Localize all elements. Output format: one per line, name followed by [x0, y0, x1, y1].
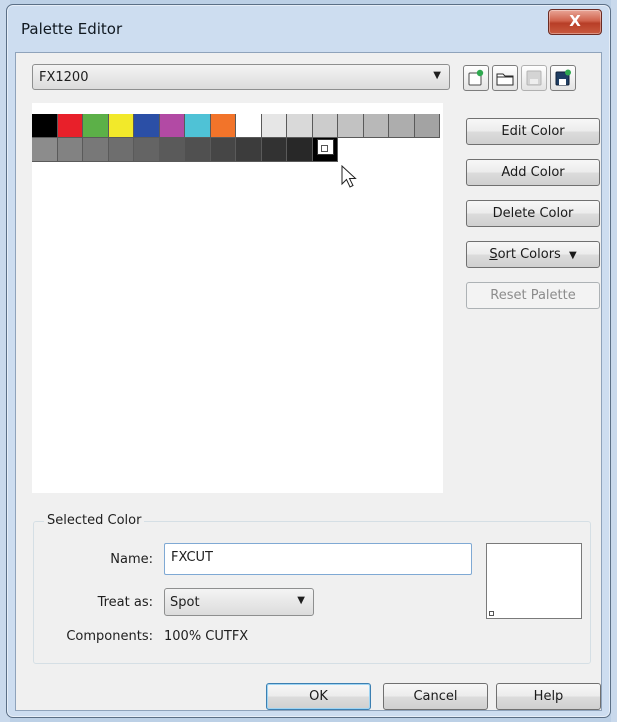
mouse-cursor-icon	[341, 165, 357, 188]
name-label: Name:	[110, 552, 153, 567]
delete-color-button[interactable]: Delete Color	[466, 200, 600, 227]
help-button[interactable]: Help	[496, 683, 601, 710]
color-swatch[interactable]	[363, 114, 389, 138]
color-swatch[interactable]	[159, 114, 185, 138]
color-swatch[interactable]	[83, 138, 109, 162]
color-swatch[interactable]	[32, 114, 58, 138]
edit-color-button[interactable]: Edit Color	[466, 118, 600, 145]
selected-color-group: Selected Color Name: FXCUT Treat as: Spo…	[33, 513, 591, 664]
reset-palette-button[interactable]: Reset Palette	[466, 282, 600, 309]
palette-select[interactable]: FX1200 ▼	[32, 64, 450, 90]
color-swatch[interactable]	[312, 114, 338, 138]
save-as-palette-button[interactable]	[550, 65, 576, 91]
cancel-button[interactable]: Cancel	[383, 683, 488, 710]
treat-as-label: Treat as:	[97, 595, 153, 610]
color-swatch[interactable]	[108, 138, 134, 162]
color-swatch[interactable]	[236, 138, 262, 162]
chevron-down-icon: ▼	[297, 595, 305, 606]
components-label: Components:	[66, 629, 153, 644]
color-swatch[interactable]	[287, 138, 313, 162]
color-swatch[interactable]	[185, 114, 211, 138]
palette-swatch-area[interactable]	[32, 103, 443, 493]
background-right	[611, 0, 617, 722]
color-swatch[interactable]	[210, 138, 236, 162]
color-swatch[interactable]	[261, 138, 287, 162]
selected-swatch-marker[interactable]	[317, 139, 334, 155]
swatch-row-1	[32, 114, 440, 138]
treat-as-value: Spot	[170, 595, 200, 610]
name-input[interactable]: FXCUT	[164, 543, 472, 575]
sort-colors-mnemonic: S	[489, 247, 498, 262]
open-palette-button[interactable]	[492, 65, 518, 91]
color-swatch[interactable]	[83, 114, 109, 138]
new-palette-icon	[468, 69, 484, 86]
title-bar[interactable]: Palette Editor X	[7, 5, 610, 53]
open-palette-icon	[496, 73, 514, 86]
color-swatch[interactable]	[57, 138, 83, 162]
close-button[interactable]: X	[548, 9, 602, 35]
color-swatch[interactable]	[108, 114, 134, 138]
sort-colors-button[interactable]: Sort Colors ▼	[466, 241, 600, 268]
save-palette-icon	[526, 70, 542, 86]
color-swatch[interactable]	[261, 114, 287, 138]
add-color-button[interactable]: Add Color	[466, 159, 600, 186]
color-swatch[interactable]	[236, 114, 262, 138]
save-as-palette-icon	[555, 69, 571, 86]
color-preview	[486, 543, 582, 619]
new-palette-button[interactable]	[463, 65, 489, 91]
caret-down-icon: ▼	[568, 250, 577, 261]
palette-select-value: FX1200	[39, 70, 89, 85]
color-swatch[interactable]	[134, 114, 160, 138]
color-swatch[interactable]	[210, 114, 236, 138]
selected-color-legend: Selected Color	[44, 513, 145, 528]
color-swatch[interactable]	[389, 114, 415, 138]
components-value: 100% CUTFX	[164, 629, 249, 644]
chevron-down-icon: ▼	[433, 70, 441, 81]
color-swatch[interactable]	[338, 114, 364, 138]
color-swatch[interactable]	[134, 138, 160, 162]
color-swatch[interactable]	[57, 114, 83, 138]
ok-button[interactable]: OK	[266, 683, 371, 710]
color-swatch[interactable]	[159, 138, 185, 162]
color-swatch[interactable]	[287, 114, 313, 138]
palette-editor-window: Palette Editor X FX1200 ▼ Edit Color Add…	[6, 4, 611, 718]
dialog-body: FX1200 ▼ Edit Color Add Color Delete Col…	[15, 52, 602, 711]
color-swatch[interactable]	[185, 138, 211, 162]
save-palette-button[interactable]	[521, 65, 547, 91]
color-swatch[interactable]	[32, 138, 58, 162]
sort-colors-label: ort Colors	[497, 247, 561, 262]
window-title: Palette Editor	[21, 20, 123, 38]
color-swatch[interactable]	[414, 114, 440, 138]
swatch-row-2	[32, 138, 338, 162]
treat-as-select[interactable]: Spot ▼	[164, 588, 314, 616]
